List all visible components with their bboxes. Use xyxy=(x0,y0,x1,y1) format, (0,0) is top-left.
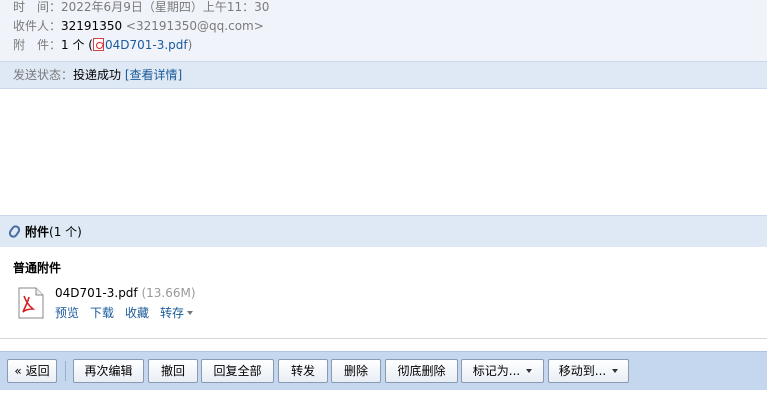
reply-all-button[interactable]: 回复全部 xyxy=(201,359,274,383)
save-to-link[interactable]: 转存 xyxy=(160,306,184,320)
recipient-row: 收件人：32191350 <32191350@qq.com> xyxy=(13,17,264,35)
paperclip-icon xyxy=(7,223,22,240)
favorite-link[interactable]: 收藏 xyxy=(125,306,149,320)
download-link[interactable]: 下载 xyxy=(90,306,114,320)
toolbar-divider xyxy=(65,361,66,381)
attachments-panel: 普通附件 04D701-3.pdf (13.66M) 预览 下载 收藏 转存 xyxy=(0,247,767,339)
mark-as-button[interactable]: 标记为... xyxy=(461,359,544,383)
edit-again-button[interactable]: 再次编辑 xyxy=(73,359,144,383)
attachments-title: 附件 xyxy=(25,225,50,239)
preview-link[interactable]: 预览 xyxy=(55,306,79,320)
action-toolbar: « 返回 再次编辑 撤回 回复全部 转发 删除 彻底删除 标记为... 移动到.… xyxy=(0,351,767,390)
time-label: 时 间： xyxy=(13,0,62,14)
attachment-row: 附 件：1 个 ( 04D701-3.pdf) xyxy=(13,36,192,54)
recipient-name[interactable]: 32191350 xyxy=(61,19,122,33)
chevron-down-icon xyxy=(612,369,619,373)
pdf-file-icon[interactable] xyxy=(16,287,45,320)
file-actions: 预览 下载 收藏 转存 xyxy=(55,304,194,321)
mail-header: 时 间：2022年6月9日（星期四）上午11：30 收件人：32191350 <… xyxy=(0,0,767,61)
time-row: 时 间：2022年6月9日（星期四）上午11：30 xyxy=(13,0,269,16)
delete-permanently-button[interactable]: 彻底删除 xyxy=(385,359,458,383)
chevron-down-icon xyxy=(526,369,533,373)
status-label: 发送状态： xyxy=(13,68,74,82)
attachment-count: 1 个 ( xyxy=(61,38,93,52)
file-name[interactable]: 04D701-3.pdf xyxy=(55,286,138,300)
attachment-close: ) xyxy=(187,38,193,52)
file-size: (13.66M) xyxy=(141,286,196,300)
send-status-bar: 发送状态：投递成功 [查看详情] xyxy=(0,61,767,89)
chevron-down-icon[interactable] xyxy=(187,311,194,315)
back-button[interactable]: « 返回 xyxy=(7,359,57,383)
pdf-icon xyxy=(92,38,104,51)
normal-attachments-title: 普通附件 xyxy=(13,261,62,275)
file-name-row: 04D701-3.pdf (13.66M) xyxy=(55,286,196,300)
recipient-email: <32191350@qq.com> xyxy=(125,19,264,33)
move-to-button[interactable]: 移动到... xyxy=(548,359,629,383)
attachment-file-link[interactable]: 04D701-3.pdf xyxy=(105,38,188,52)
mark-as-label: 标记为... xyxy=(472,364,521,378)
view-details-link[interactable]: [查看详情] xyxy=(125,68,182,82)
attachments-header: 附件(1 个) xyxy=(0,215,767,247)
status-value: 投递成功 xyxy=(73,68,122,82)
forward-button[interactable]: 转发 xyxy=(278,359,328,383)
recall-button[interactable]: 撤回 xyxy=(148,359,198,383)
attachments-count: (1 个) xyxy=(49,225,82,239)
attachment-label: 附 件： xyxy=(13,38,62,52)
move-to-label: 移动到... xyxy=(558,364,607,378)
time-value: 2022年6月9日（星期四）上午11：30 xyxy=(61,0,270,14)
recipient-label: 收件人： xyxy=(13,19,62,33)
delete-button[interactable]: 删除 xyxy=(331,359,381,383)
